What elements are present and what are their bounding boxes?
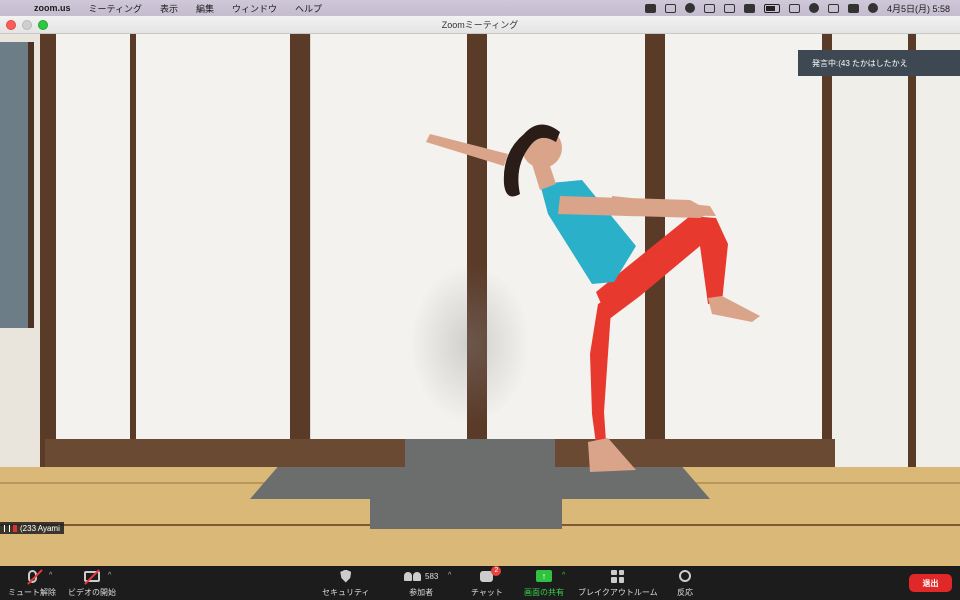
- participants-options-chevron-icon[interactable]: ^: [448, 572, 451, 579]
- unmute-label: ミュート解除: [8, 588, 56, 597]
- reactions-label: 反応: [677, 588, 693, 597]
- meeting-controls-bar: ミュート解除 ^ ビデオの開始 ^ セキュリティ 583 参加者 ^ 2 チャッ…: [0, 565, 960, 600]
- maximize-window-button[interactable]: [38, 20, 48, 30]
- chat-unread-badge: 2: [491, 565, 502, 576]
- muted-mic-icon: [13, 524, 17, 532]
- siri-icon[interactable]: [867, 3, 878, 13]
- share-screen-button[interactable]: ↑ 画面の共有: [524, 568, 564, 598]
- start-video-label: ビデオの開始: [68, 588, 116, 597]
- line-icon[interactable]: [684, 3, 695, 13]
- chat-label: チャット: [471, 588, 503, 597]
- close-window-button[interactable]: [6, 20, 16, 30]
- chat-bubble-icon: 2: [480, 565, 502, 582]
- yoga-instructor: [426, 124, 760, 472]
- leave-label: 退出: [922, 578, 939, 588]
- menu-view[interactable]: 表示: [151, 2, 187, 15]
- speaking-indicator: 発言中:(43 たかはしたかえ: [798, 50, 960, 76]
- reactions-button[interactable]: 反応: [677, 568, 693, 598]
- video-feed[interactable]: 発言中:(43 たかはしたかえ: [0, 34, 960, 566]
- participant-name: (233 Ayami: [20, 523, 60, 533]
- security-button[interactable]: セキュリティ: [322, 568, 370, 598]
- menu-help[interactable]: ヘルプ: [286, 2, 331, 15]
- camera-off-icon: [84, 568, 100, 585]
- security-label: セキュリティ: [322, 588, 370, 597]
- share-arrow-icon: ↑: [536, 570, 552, 582]
- video-options-chevron-icon[interactable]: ^: [108, 572, 111, 579]
- signal-icon: [4, 524, 10, 532]
- wifi-icon[interactable]: [808, 3, 819, 13]
- leave-meeting-button[interactable]: 退出: [909, 574, 952, 592]
- menu-app-name[interactable]: zoom.us: [30, 3, 80, 13]
- share-screen-label: 画面の共有: [524, 588, 564, 597]
- breakout-rooms-button[interactable]: ブレイクアウトルーム: [578, 568, 658, 598]
- share-options-chevron-icon[interactable]: ^: [562, 572, 565, 579]
- menu-window[interactable]: ウィンドウ: [223, 2, 286, 15]
- breakout-grid-icon: [611, 569, 625, 583]
- participants-button[interactable]: 583 参加者: [404, 568, 438, 598]
- menu-edit[interactable]: 編集: [187, 2, 223, 15]
- participant-name-tag: (233 Ayami: [0, 522, 64, 534]
- reaction-smiley-icon: [679, 570, 691, 582]
- dropbox-icon[interactable]: [664, 3, 676, 13]
- minimize-window-button[interactable]: [22, 20, 32, 30]
- battery-icon[interactable]: [763, 3, 780, 13]
- window-title: Zoomミーティング: [441, 20, 519, 30]
- cloud-icon[interactable]: [703, 3, 715, 13]
- speaking-label: 発言中:(43 たかはしたかえ: [812, 58, 908, 68]
- shield-icon[interactable]: [723, 3, 735, 13]
- bluetooth-icon[interactable]: [788, 3, 800, 13]
- input-method-icon[interactable]: [743, 3, 755, 13]
- control-center-icon[interactable]: [847, 3, 859, 13]
- security-shield-icon: [340, 569, 352, 583]
- audio-options-chevron-icon[interactable]: ^: [49, 572, 52, 579]
- participants-label: 参加者: [409, 588, 434, 597]
- status-area: 4月5日(月) 5:58: [644, 2, 960, 15]
- search-icon[interactable]: [827, 3, 839, 13]
- microphone-muted-icon: [26, 568, 43, 585]
- participants-count: 583: [425, 571, 439, 581]
- menu-bar: zoom.us ミーティング 表示 編集 ウィンドウ ヘルプ 4月5日(月) 5…: [0, 0, 960, 16]
- window-title-bar: Zoomミーティング: [0, 16, 960, 34]
- traffic-lights: [6, 20, 48, 30]
- breakout-label: ブレイクアウトルーム: [578, 588, 658, 597]
- chat-button[interactable]: 2 チャット: [471, 565, 503, 598]
- menu-meeting[interactable]: ミーティング: [80, 2, 151, 15]
- menu-clock[interactable]: 4月5日(月) 5:58: [887, 2, 950, 15]
- zoom-icon[interactable]: [644, 3, 656, 13]
- participants-icon: [404, 571, 421, 581]
